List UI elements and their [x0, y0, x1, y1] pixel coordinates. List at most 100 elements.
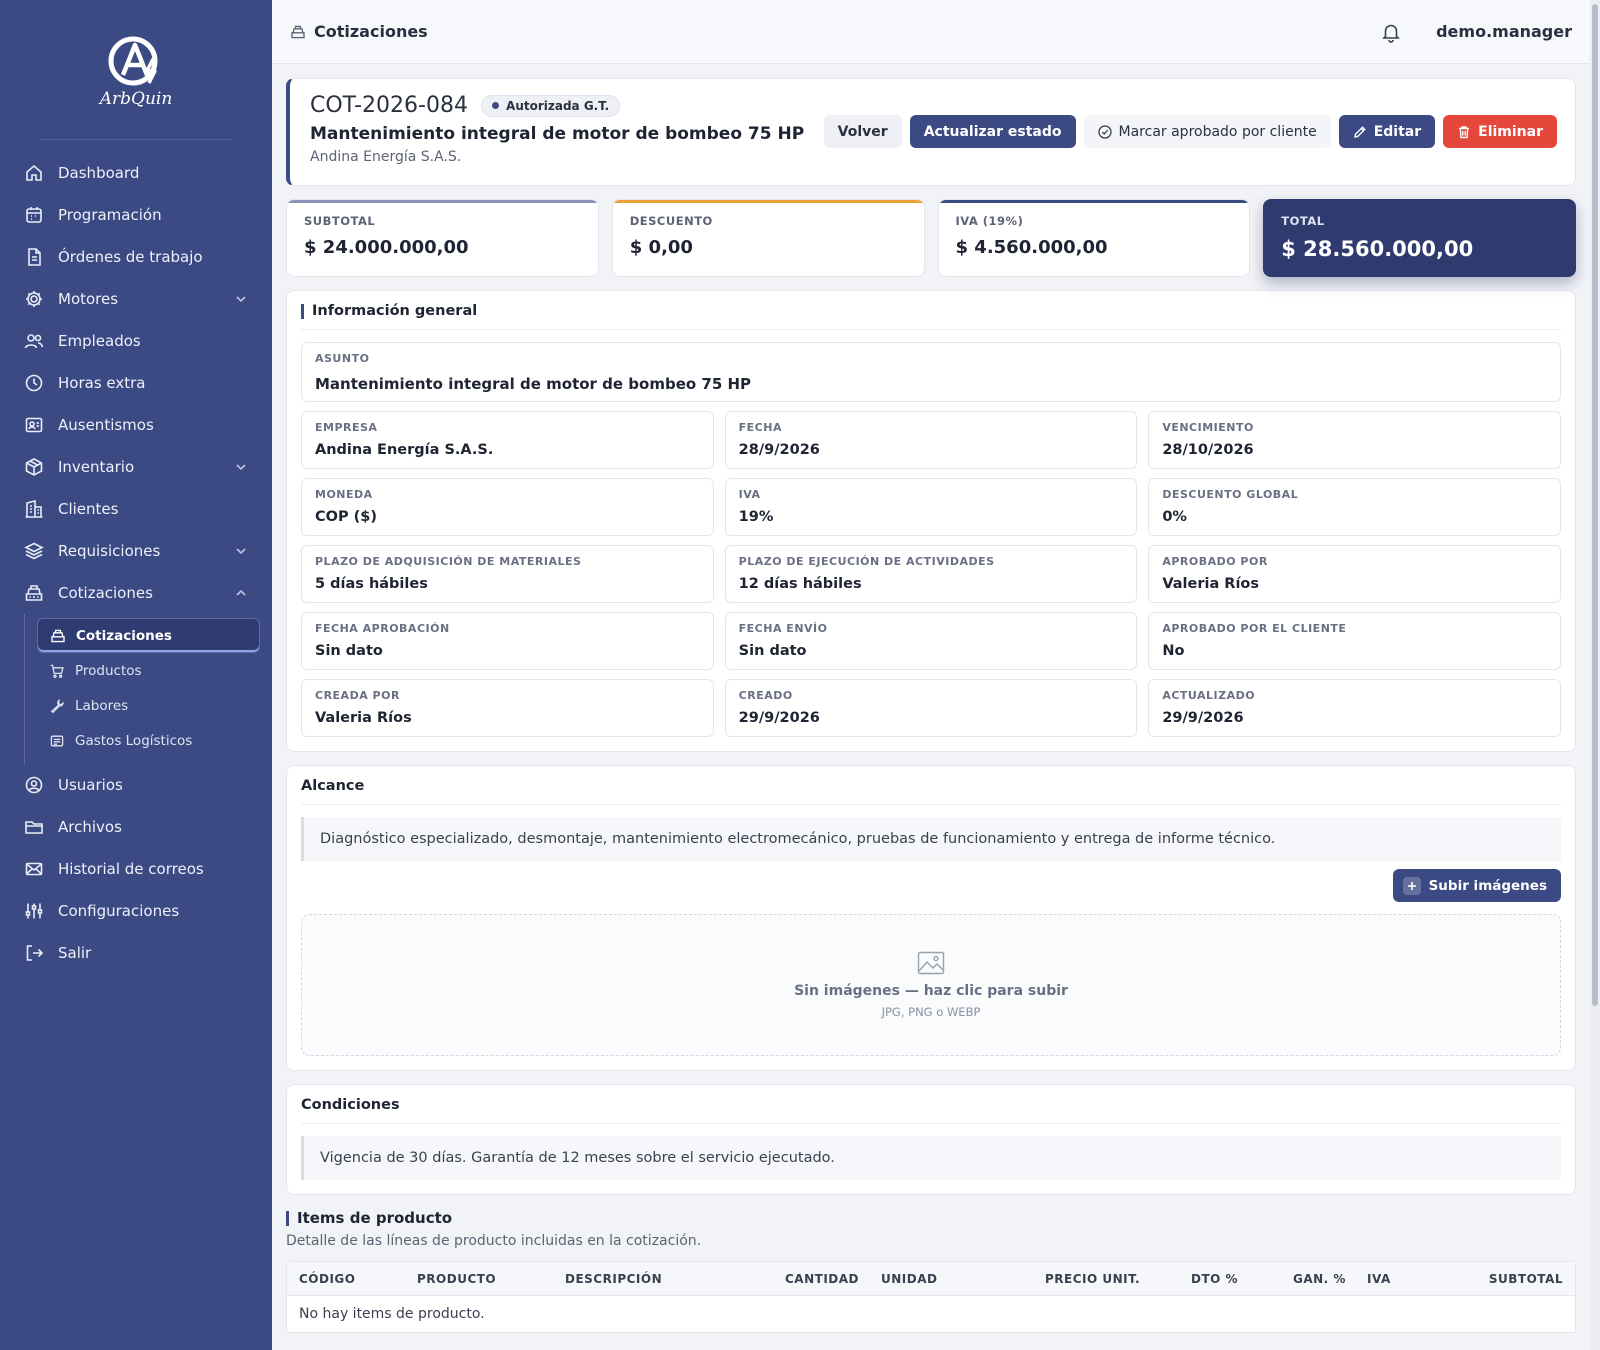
- column-header[interactable]: SUBTOTAL: [1467, 1272, 1563, 1286]
- column-header[interactable]: DTO %: [1191, 1272, 1293, 1286]
- section-title-text: Información general: [312, 303, 478, 319]
- sidebar-item-configuraciones[interactable]: Configuraciones: [0, 890, 272, 932]
- edit-button[interactable]: Editar: [1338, 115, 1436, 148]
- edit-label: Editar: [1373, 123, 1422, 140]
- box-icon: [25, 458, 43, 476]
- status-dot: [492, 102, 500, 109]
- section-title: Items de producto: [286, 1209, 1576, 1227]
- sidebar-subitem-label: Productos: [75, 662, 142, 679]
- field-label: ASUNTO: [315, 352, 370, 365]
- total-card-descuento: DESCUENTO $ 0,00: [611, 199, 925, 277]
- delete-button[interactable]: Eliminar: [1443, 115, 1557, 148]
- page-scrollbar[interactable]: [1590, 0, 1600, 1350]
- field-fecha: FECHA 28/9/2026: [724, 411, 1138, 469]
- sidebar-nav: Dashboard Programación Órdenes de trabaj…: [0, 140, 272, 974]
- items-table: CÓDIGO PRODUCTO DESCRIPCIÓN CANTIDAD UNI…: [286, 1261, 1576, 1333]
- total-label: IVA (19%): [955, 214, 1024, 228]
- section-title: Alcance: [301, 778, 1561, 805]
- sidebar-subitem-gastos-logisticos[interactable]: Gastos Logísticos: [37, 723, 260, 758]
- sidebar-item-cotizaciones[interactable]: Cotizaciones: [0, 572, 272, 614]
- upload-images-button[interactable]: Subir imágenes: [1392, 869, 1561, 902]
- field-asunto: ASUNTO Mantenimiento integral de motor d…: [301, 342, 1561, 402]
- mark-approved-label: Marcar aprobado por cliente: [1118, 123, 1317, 140]
- image-icon: [917, 951, 945, 975]
- sidebar-item-dashboard[interactable]: Dashboard: [0, 152, 272, 194]
- column-header[interactable]: PRECIO UNIT.: [1045, 1272, 1191, 1286]
- page-title: Cotizaciones: [314, 22, 428, 41]
- sidebar: ArbQuin Dashboard Programación Órdenes d…: [0, 0, 272, 1350]
- upload-row: Subir imágenes: [301, 869, 1561, 902]
- field-label: EMPRESA: [315, 421, 378, 434]
- field-creado: CREADO 29/9/2026: [724, 679, 1138, 737]
- scrollbar-thumb[interactable]: [1592, 4, 1598, 1006]
- sidebar-item-requisiciones[interactable]: Requisiciones: [0, 530, 272, 572]
- column-header[interactable]: IVA: [1367, 1272, 1467, 1286]
- image-dropzone[interactable]: Sin imágenes — haz clic para subir JPG, …: [301, 914, 1561, 1056]
- column-header[interactable]: CÓDIGO: [299, 1272, 417, 1286]
- field-label: APROBADO POR EL CLIENTE: [1162, 622, 1347, 635]
- sidebar-subitem-cotizaciones[interactable]: Cotizaciones: [37, 618, 260, 653]
- column-header[interactable]: GAN. %: [1293, 1272, 1367, 1286]
- field-actualizado: ACTUALIZADO 29/9/2026: [1148, 679, 1561, 737]
- sidebar-item-empleados[interactable]: Empleados: [0, 320, 272, 362]
- sidebar-item-usuarios[interactable]: Usuarios: [0, 764, 272, 806]
- bell-icon[interactable]: [1380, 21, 1402, 43]
- sidebar-item-label: Salir: [58, 944, 92, 962]
- column-header[interactable]: DESCRIPCIÓN: [565, 1272, 785, 1286]
- user-menu[interactable]: demo.manager: [1436, 22, 1572, 41]
- brand-name: ArbQuin: [99, 88, 173, 109]
- alcance-section: Alcance Diagnóstico especializado, desmo…: [286, 765, 1576, 1071]
- status-text: Autorizada G.T.: [506, 98, 610, 113]
- building-icon: [25, 499, 43, 518]
- logo-icon: [108, 36, 158, 85]
- sidebar-item-label: Horas extra: [58, 374, 146, 392]
- total-value: $ 4.560.000,00: [955, 237, 1108, 258]
- sidebar-item-historial-correos[interactable]: Historial de correos: [0, 848, 272, 890]
- sidebar-subitem-labores[interactable]: Labores: [37, 688, 260, 723]
- sidebar-item-ausentismos[interactable]: Ausentismos: [0, 404, 272, 446]
- field-label: FECHA: [738, 421, 782, 434]
- sidebar-item-label: Configuraciones: [58, 902, 180, 920]
- field-label: ACTUALIZADO: [1162, 689, 1256, 702]
- column-header[interactable]: UNIDAD: [881, 1272, 1045, 1286]
- back-button[interactable]: Volver: [823, 115, 902, 148]
- field-value: 12 días hábiles: [738, 576, 862, 592]
- sidebar-subitem-productos[interactable]: Productos: [37, 653, 260, 688]
- field-value: Andina Energía S.A.S.: [315, 442, 494, 458]
- field-value: Sin dato: [738, 643, 807, 659]
- total-label: TOTAL: [1281, 214, 1325, 228]
- sidebar-item-motores[interactable]: Motores: [0, 278, 272, 320]
- sidebar-item-ordenes[interactable]: Órdenes de trabajo: [0, 236, 272, 278]
- field-plazo-adquisicion: PLAZO DE ADQUISICIÓN DE MATERIALES 5 días…: [301, 545, 714, 603]
- sidebar-item-label: Inventario: [58, 458, 135, 476]
- sidebar-item-horas-extra[interactable]: Horas extra: [0, 362, 272, 404]
- sidebar-item-archivos[interactable]: Archivos: [0, 806, 272, 848]
- update-status-button[interactable]: Actualizar estado: [909, 115, 1076, 148]
- id-card-icon: [25, 417, 43, 433]
- sidebar-item-inventario[interactable]: Inventario: [0, 446, 272, 488]
- total-value: $ 28.560.000,00: [1281, 237, 1474, 261]
- pencil-icon: [1353, 125, 1366, 138]
- total-label: SUBTOTAL: [304, 214, 376, 228]
- table-empty-message: No hay items de producto.: [299, 1306, 485, 1322]
- field-value: 19%: [738, 509, 774, 525]
- alcance-text: Diagnóstico especializado, desmontaje, m…: [301, 817, 1561, 861]
- brand-logo[interactable]: ArbQuin: [40, 0, 232, 140]
- sidebar-item-label: Requisiciones: [58, 542, 161, 560]
- field-label: APROBADO POR: [1162, 555, 1268, 568]
- sidebar-item-clientes[interactable]: Clientes: [0, 488, 272, 530]
- sidebar-item-salir[interactable]: Salir: [0, 932, 272, 974]
- field-moneda: MONEDA COP ($): [301, 478, 714, 536]
- column-header[interactable]: PRODUCTO: [417, 1272, 565, 1286]
- quote-company: Andina Energía S.A.S.: [310, 149, 462, 165]
- field-label: FECHA ENVÍO: [738, 622, 828, 635]
- mark-approved-button[interactable]: Marcar aprobado por cliente: [1083, 115, 1331, 148]
- register-icon: [291, 25, 305, 38]
- sidebar-item-programacion[interactable]: Programación: [0, 194, 272, 236]
- sidebar-item-label: Clientes: [58, 500, 119, 518]
- column-header[interactable]: CANTIDAD: [785, 1272, 881, 1286]
- plus-icon: [1402, 876, 1421, 895]
- section-description: Detalle de las líneas de producto inclui…: [286, 1233, 702, 1249]
- condiciones-section: Condiciones Vigencia de 30 días. Garantí…: [286, 1084, 1576, 1195]
- total-card-total: TOTAL $ 28.560.000,00: [1263, 199, 1576, 277]
